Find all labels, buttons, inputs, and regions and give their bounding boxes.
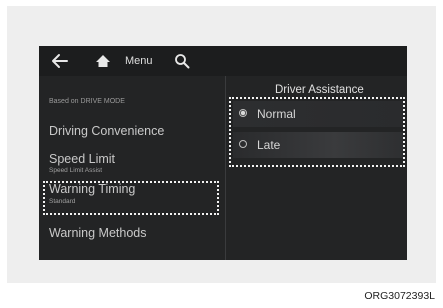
home-icon[interactable] xyxy=(95,53,111,69)
top-bar: Menu xyxy=(39,46,407,76)
column-divider xyxy=(225,76,226,260)
sidebar-item-warning-methods[interactable]: Warning Methods xyxy=(49,226,147,240)
search-icon[interactable] xyxy=(174,53,190,69)
infotainment-screen: Menu Based on DRIVE MODE Driving Conveni… xyxy=(39,46,407,260)
sidebar-item-speed-limit-sublabel: Speed Limit Assist xyxy=(49,167,103,174)
highlight-box-options xyxy=(229,97,405,167)
settings-sidebar: Based on DRIVE MODE Driving Convenience … xyxy=(39,76,225,260)
panel-title: Driver Assistance xyxy=(275,84,364,96)
sidebar-item-speed-limit[interactable]: Speed Limit xyxy=(49,152,115,166)
menu-button[interactable]: Menu xyxy=(125,55,153,67)
sidebar-item-driving-convenience[interactable]: Driving Convenience xyxy=(49,124,164,138)
section-label: Based on DRIVE MODE xyxy=(49,98,125,105)
figure-code: ORG3072393L xyxy=(364,290,435,302)
highlight-box-warning-timing xyxy=(43,181,219,215)
back-arrow-icon[interactable] xyxy=(51,53,69,69)
